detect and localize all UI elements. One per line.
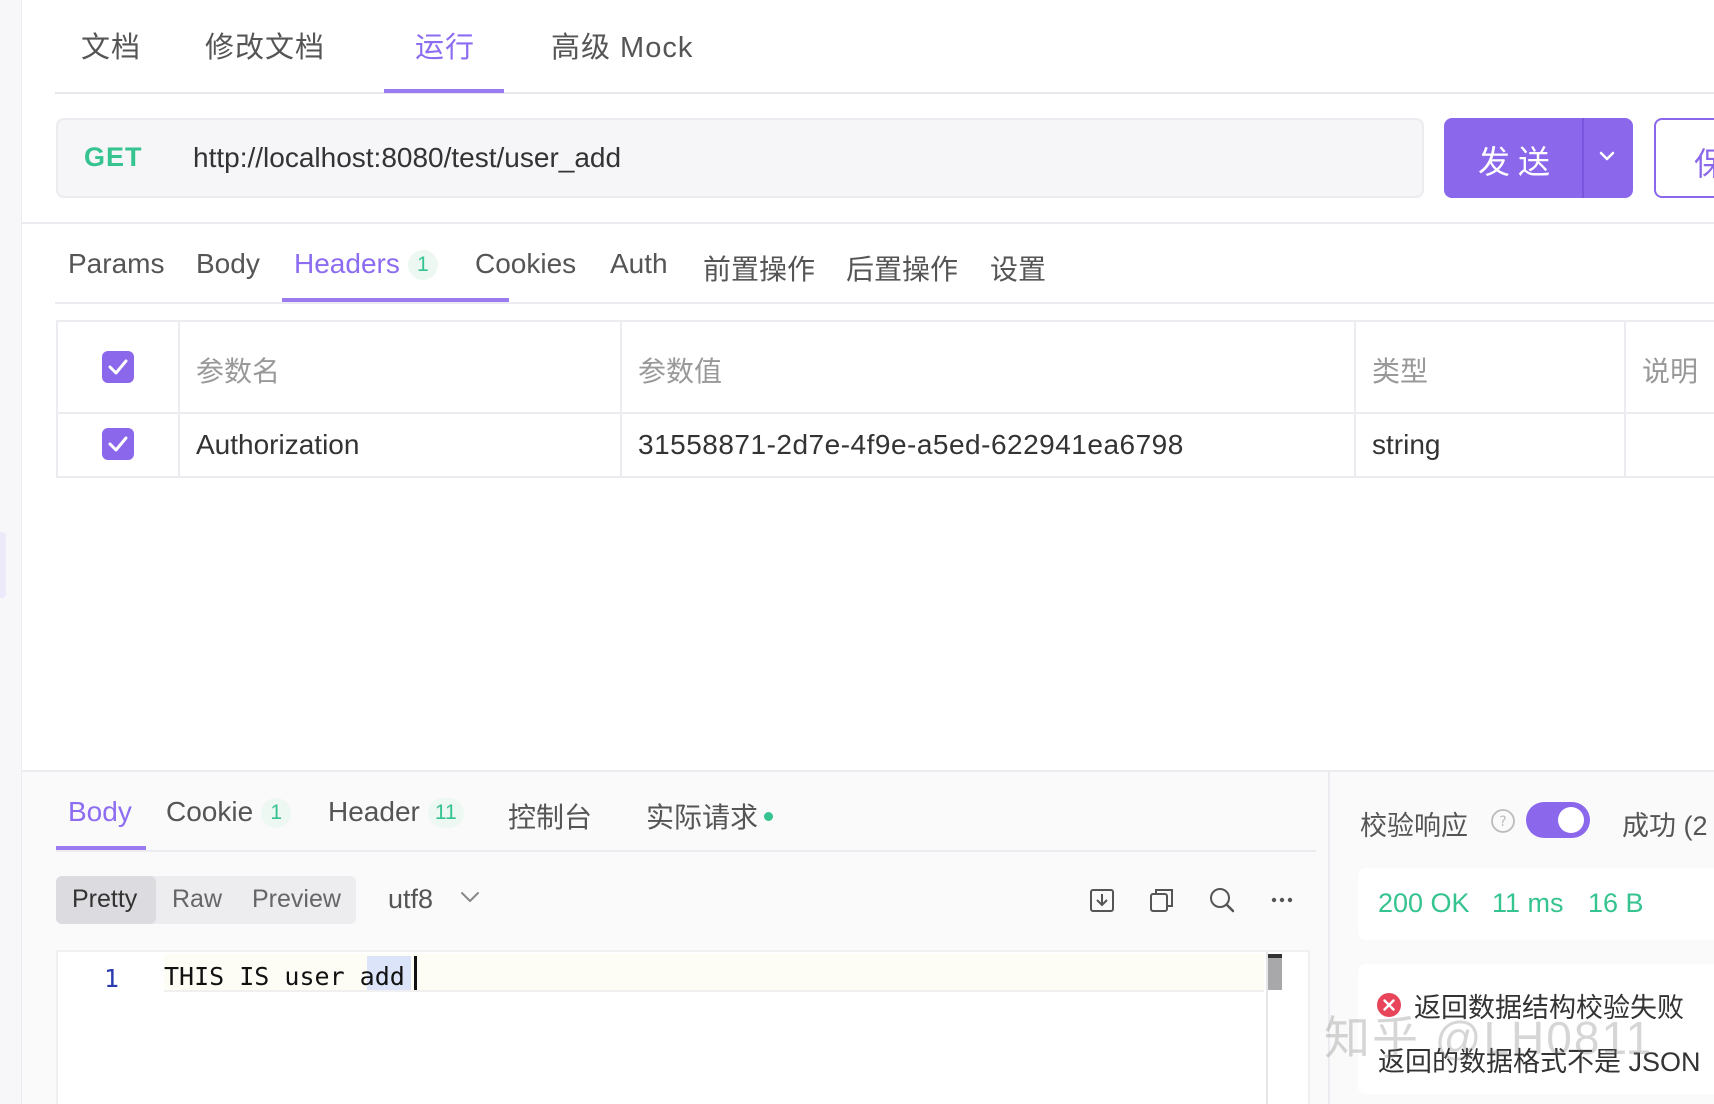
tab-pre-ops[interactable]: 前置操作 bbox=[703, 248, 815, 288]
line-number: 1 bbox=[104, 964, 120, 993]
col-divider bbox=[178, 322, 180, 478]
active-tab-indicator bbox=[56, 846, 146, 850]
resp-tab-body[interactable]: Body bbox=[68, 796, 132, 828]
request-tab-bar: Params Body Headers 1 Cookies Auth 前置操作 后… bbox=[55, 224, 1714, 304]
status-code: 200 OK bbox=[1378, 888, 1470, 918]
api-debug-page: 文档 修改文档 运行 高级 Mock GET http://localhost:… bbox=[0, 0, 1714, 1104]
tab-auth[interactable]: Auth bbox=[610, 248, 668, 280]
resp-tab-cookie[interactable]: Cookie 1 bbox=[166, 796, 292, 828]
resp-tab-console[interactable]: 控制台 bbox=[508, 796, 592, 836]
encoding-select[interactable]: utf8 bbox=[388, 884, 433, 915]
resp-tab-actual-request[interactable]: 实际请求 bbox=[646, 796, 774, 836]
resp-tab-actual-request-label: 实际请求 bbox=[646, 802, 759, 833]
format-preview[interactable]: Preview bbox=[252, 885, 341, 914]
row-checkbox[interactable] bbox=[102, 428, 134, 460]
response-size: 16 B bbox=[1588, 888, 1644, 918]
header-count-badge: 11 bbox=[427, 798, 464, 828]
tab-advanced-mock[interactable]: 高级 Mock bbox=[551, 24, 693, 66]
row-divider bbox=[58, 412, 1714, 414]
select-all-checkbox[interactable] bbox=[102, 351, 134, 383]
search-icon[interactable] bbox=[1208, 886, 1236, 914]
headers-table: 参数名 参数值 类型 说明 Authorization 31558871-2d7… bbox=[56, 320, 1714, 478]
copy-icon[interactable] bbox=[1148, 886, 1176, 914]
code-text: THIS IS user add bbox=[164, 962, 405, 991]
column-header-type: 类型 bbox=[1372, 356, 1429, 387]
response-tab-bar: Body Cookie 1 Header 11 控制台 实际请求 bbox=[56, 772, 1316, 852]
tab-post-ops[interactable]: 后置操作 bbox=[846, 248, 958, 288]
tab-cookies[interactable]: Cookies bbox=[475, 248, 576, 280]
status-card: 200 OK 11 ms 16 B bbox=[1358, 868, 1714, 940]
header-value-cell[interactable]: 31558871-2d7e-4f9e-a5ed-622941ea6798 bbox=[638, 429, 1184, 461]
resp-tab-cookie-label: Cookie bbox=[166, 796, 254, 827]
validate-response-label: 校验响应 bbox=[1360, 811, 1468, 841]
help-icon[interactable]: ? bbox=[1490, 808, 1516, 834]
response-body-panel: Body Cookie 1 Header 11 控制台 实际请求 Pretty Ra… bbox=[22, 772, 1328, 1104]
status-dot bbox=[764, 812, 774, 821]
top-tab-bar: 文档 修改文档 运行 高级 Mock bbox=[55, 0, 1714, 94]
toggle-knob bbox=[1558, 807, 1584, 833]
column-header-value: 参数值 bbox=[638, 356, 723, 387]
tab-headers-label: Headers bbox=[294, 248, 400, 279]
code-line[interactable]: THIS IS user add bbox=[164, 954, 1264, 992]
col-divider bbox=[1354, 322, 1356, 478]
watermark: 知乎 @LH0811 bbox=[1324, 1012, 1654, 1064]
send-button-label: 发送 bbox=[1478, 144, 1559, 180]
resp-tab-header-label: Header bbox=[328, 796, 420, 827]
tab-edit-docs[interactable]: 修改文档 bbox=[205, 24, 325, 66]
resp-tab-header[interactable]: Header 11 bbox=[328, 796, 464, 828]
validation-result-label: 成功 (2 bbox=[1622, 811, 1708, 841]
tab-run[interactable]: 运行 bbox=[415, 24, 475, 66]
chevron-down-icon[interactable] bbox=[458, 886, 482, 908]
tab-headers[interactable]: Headers 1 bbox=[294, 248, 438, 280]
text-caret bbox=[414, 956, 417, 990]
tab-body[interactable]: Body bbox=[196, 248, 260, 280]
url-input[interactable]: http://localhost:8080/test/user_add bbox=[193, 142, 621, 174]
scrollbar-thumb[interactable] bbox=[1268, 954, 1282, 990]
tab-params[interactable]: Params bbox=[68, 248, 164, 280]
column-header-desc: 说明 bbox=[1642, 356, 1699, 387]
check-icon bbox=[108, 359, 128, 375]
send-button[interactable]: 发送 bbox=[1444, 118, 1633, 198]
format-raw[interactable]: Raw bbox=[172, 885, 222, 914]
http-method-selector[interactable]: GET bbox=[84, 142, 143, 173]
response-time: 11 ms bbox=[1492, 888, 1564, 918]
headers-count-badge: 1 bbox=[407, 250, 438, 280]
tab-docs[interactable]: 文档 bbox=[81, 24, 141, 66]
response-code-editor[interactable]: 1 THIS IS user add bbox=[56, 950, 1310, 1104]
gutter-marker bbox=[0, 532, 6, 598]
col-divider bbox=[1624, 322, 1626, 478]
chevron-down-icon[interactable] bbox=[1596, 145, 1618, 167]
validate-toggle[interactable] bbox=[1526, 802, 1590, 838]
tab-settings[interactable]: 设置 bbox=[990, 248, 1046, 288]
format-pretty[interactable]: Pretty bbox=[72, 885, 137, 914]
svg-text:?: ? bbox=[1499, 814, 1506, 830]
save-button-label: 保 bbox=[1694, 139, 1714, 185]
cookie-count-badge: 1 bbox=[261, 798, 292, 828]
active-tab-indicator bbox=[384, 89, 504, 93]
column-header-name: 参数名 bbox=[196, 356, 281, 387]
col-divider bbox=[620, 322, 622, 478]
active-tab-indicator bbox=[282, 298, 509, 302]
send-divider bbox=[1582, 118, 1584, 198]
more-icon[interactable] bbox=[1268, 886, 1296, 914]
header-name-cell[interactable]: Authorization bbox=[196, 429, 359, 461]
left-gutter bbox=[0, 0, 22, 1104]
header-type-cell[interactable]: string bbox=[1372, 429, 1440, 461]
url-bar[interactable]: GET http://localhost:8080/test/user_add bbox=[56, 118, 1424, 198]
check-icon bbox=[108, 436, 128, 452]
format-selector: Pretty Raw Preview bbox=[56, 876, 356, 924]
download-icon[interactable] bbox=[1088, 886, 1116, 914]
save-button[interactable]: 保 bbox=[1654, 118, 1714, 198]
